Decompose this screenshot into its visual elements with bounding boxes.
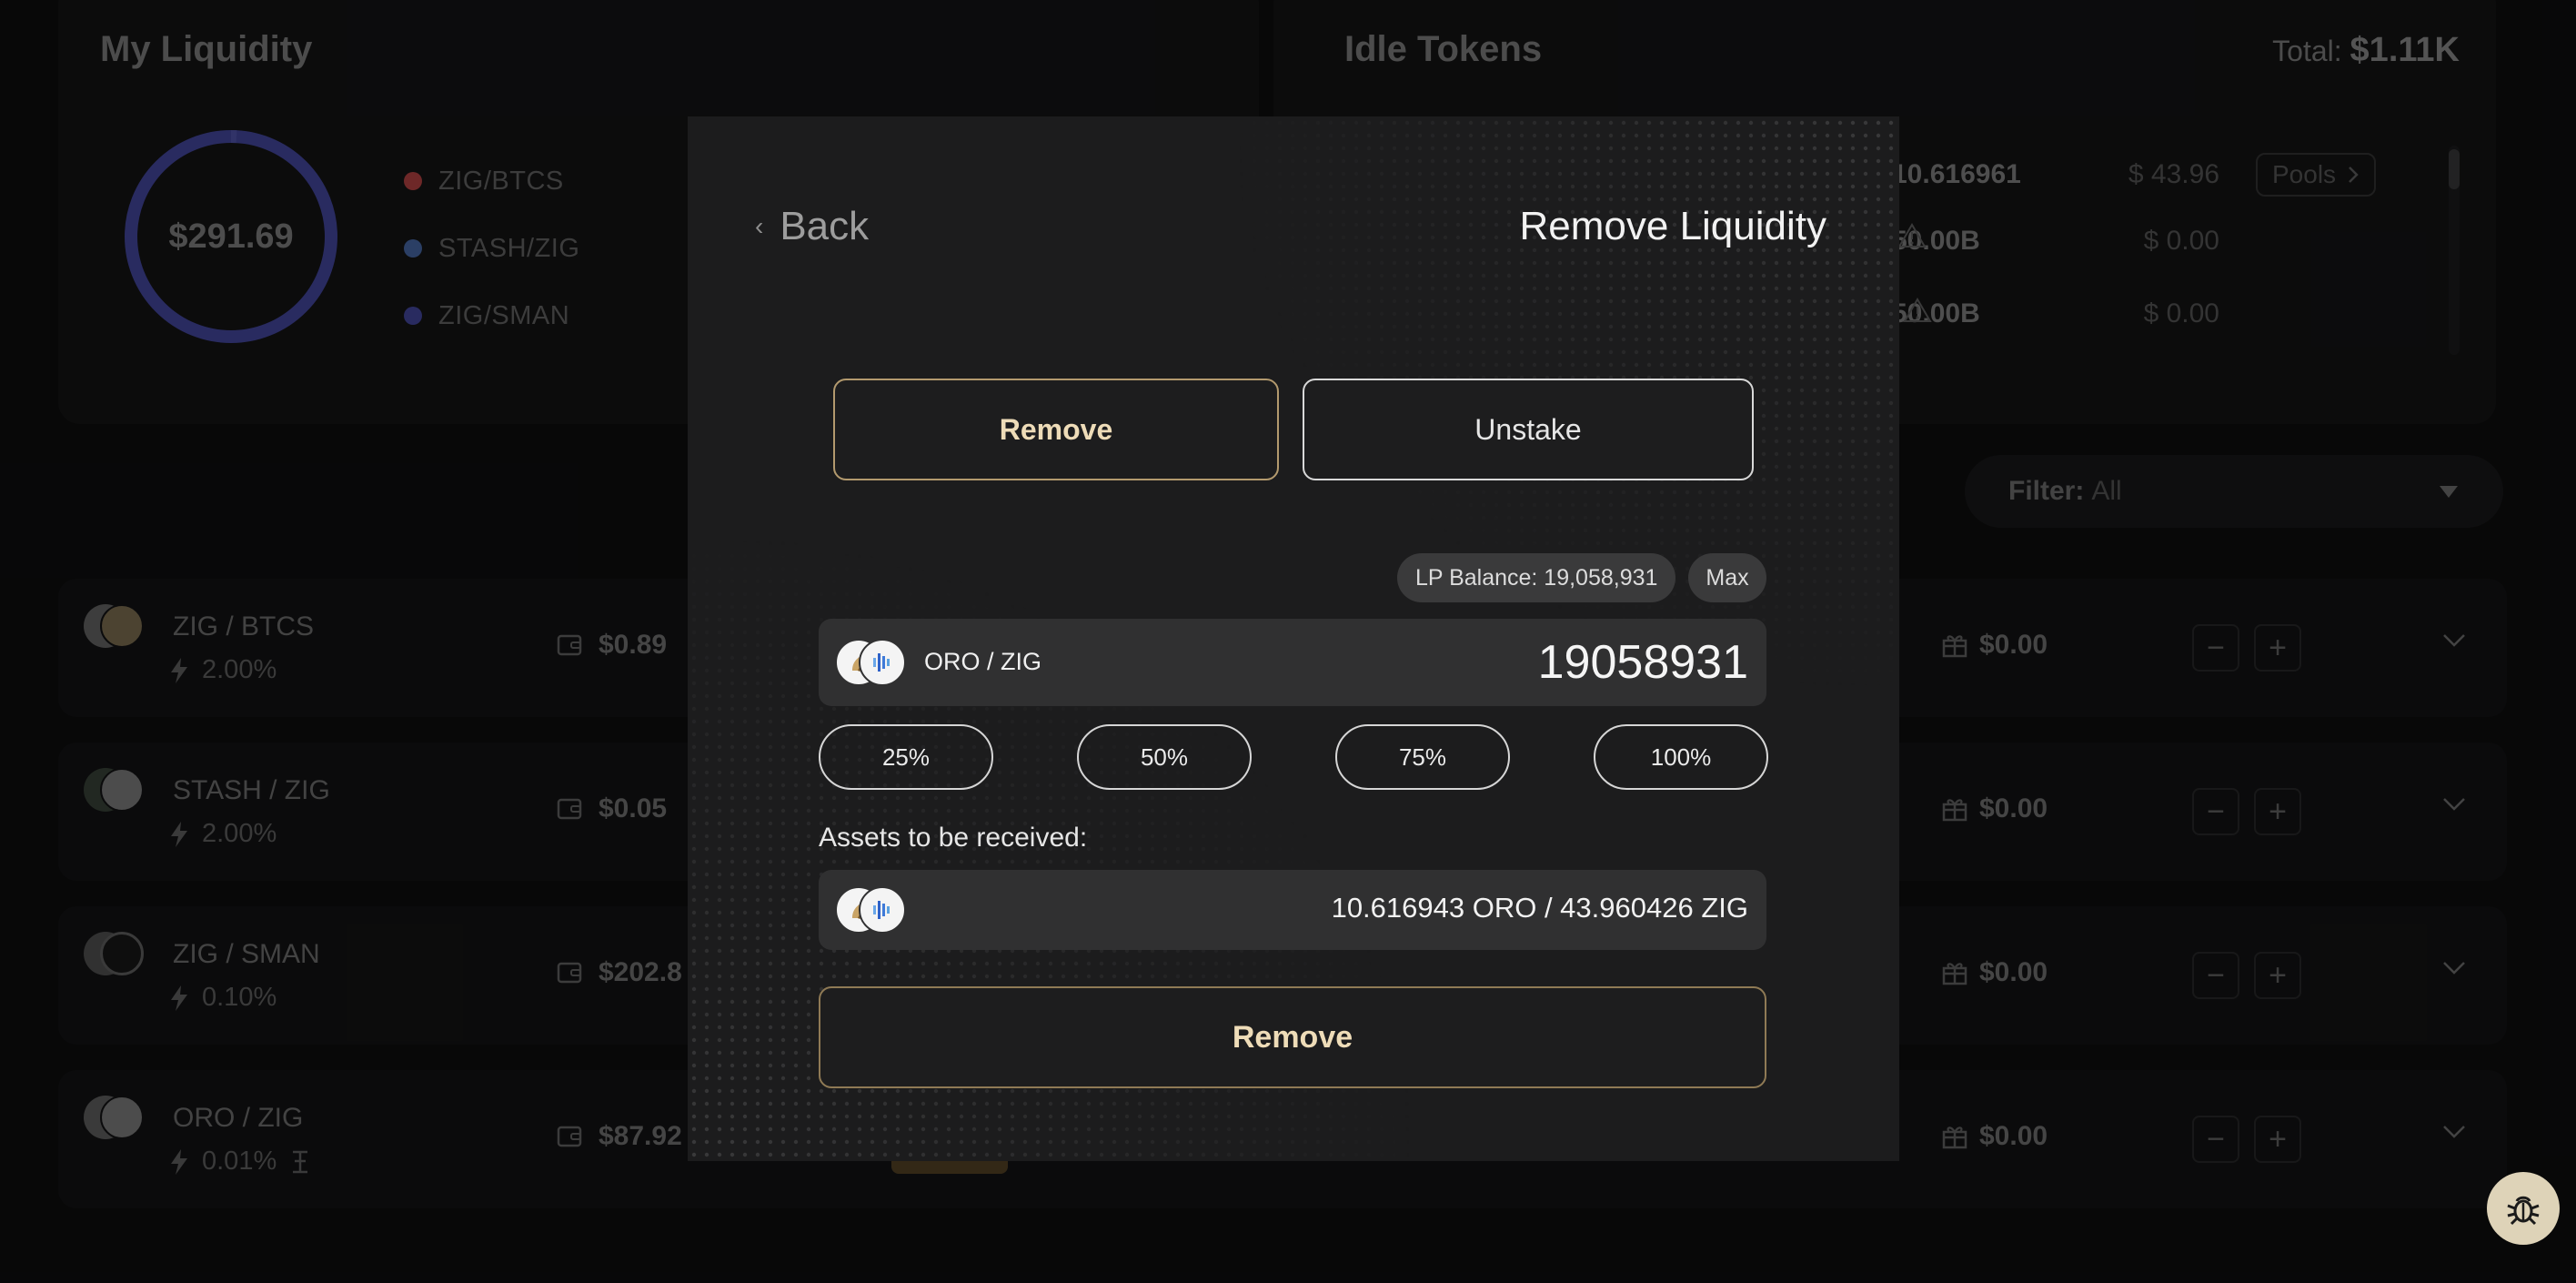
remove-submit-button[interactable]: Remove: [819, 986, 1766, 1088]
tab-unstake[interactable]: Unstake: [1303, 379, 1754, 480]
zig-token-icon: [859, 639, 906, 686]
bug-icon: [2507, 1196, 2540, 1226]
lp-amount-field: ORO / ZIG: [819, 619, 1766, 706]
remove-liquidity-modal: ‹ Back Remove Liquidity Remove Unstake L…: [688, 116, 1899, 1161]
percent-25-button[interactable]: 25%: [819, 724, 993, 790]
zig-token-icon: [859, 886, 906, 934]
percent-50-button[interactable]: 50%: [1077, 724, 1252, 790]
percent-75-button[interactable]: 75%: [1335, 724, 1510, 790]
assets-received-value: 10.616943 ORO / 43.960426 ZIG: [1331, 892, 1748, 924]
bug-report-button[interactable]: [2487, 1172, 2560, 1245]
chevron-left-icon: ‹: [755, 212, 764, 240]
lp-amount-input[interactable]: [1293, 631, 1748, 693]
assets-received-label: Assets to be received:: [819, 823, 1088, 853]
back-button[interactable]: ‹ Back: [755, 204, 869, 249]
tab-remove[interactable]: Remove: [833, 379, 1279, 480]
pair-label: ORO / ZIG: [924, 648, 1042, 675]
pair-token-icons: [835, 639, 908, 686]
pair-token-icons: [835, 886, 908, 934]
back-label: Back: [780, 204, 870, 248]
lp-balance-badge: LP Balance: 19,058,931: [1397, 553, 1676, 602]
modal-title: Remove Liquidity: [1519, 204, 1827, 248]
max-button[interactable]: Max: [1688, 553, 1766, 602]
percent-100-button[interactable]: 100%: [1594, 724, 1768, 790]
assets-received-box: 10.616943 ORO / 43.960426 ZIG: [819, 870, 1766, 950]
